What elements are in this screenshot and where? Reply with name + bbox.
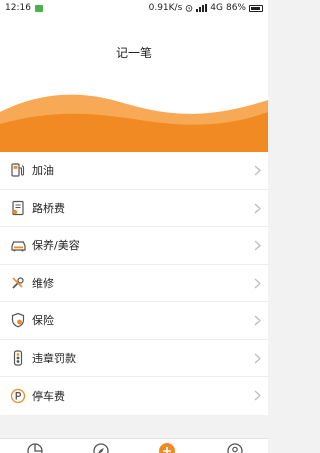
wrench-screwdriver-icon — [9, 274, 27, 292]
menu-item-traffic-fine[interactable]: 违章罚款 — [0, 340, 268, 377]
menu-item-parking[interactable]: 停车费 — [0, 377, 268, 415]
status-time: 12:16 — [5, 3, 31, 13]
chevron-right-icon — [254, 240, 261, 251]
alarm-icon — [186, 5, 193, 12]
header: 记一笔 — [0, 16, 268, 152]
parking-icon — [9, 387, 27, 405]
car-icon — [9, 236, 27, 254]
expense-category-list: 加油 路桥费 保养/美容 维修 保险 违章罚款 停车费 — [0, 152, 268, 415]
menu-item-fuel[interactable]: 加油 — [0, 152, 268, 190]
menu-item-label: 维修 — [32, 276, 54, 290]
profile-icon[interactable] — [226, 442, 244, 453]
menu-item-toll[interactable]: 路桥费 — [0, 190, 268, 227]
menu-item-insurance[interactable]: 保险 — [0, 302, 268, 340]
menu-item-repair[interactable]: 维修 — [0, 265, 268, 302]
status-bar: 12:16 0.91K/s 4G 86% — [0, 0, 268, 16]
menu-item-label: 加油 — [32, 164, 54, 178]
bottom-tab-bar — [0, 438, 268, 453]
chevron-right-icon — [254, 353, 261, 363]
traffic-light-icon — [9, 349, 27, 367]
menu-item-label: 路桥费 — [32, 201, 65, 215]
battery-percent: 86% — [225, 3, 246, 13]
menu-item-maintenance[interactable]: 保养/美容 — [0, 227, 268, 265]
fuel-pump-icon — [9, 161, 27, 179]
menu-item-label: 违章罚款 — [32, 351, 76, 365]
signal-icon — [196, 4, 208, 12]
header-wave-decoration — [0, 94, 268, 152]
add-record-icon[interactable] — [158, 442, 176, 453]
battery-icon — [249, 4, 263, 12]
page-title: 记一笔 — [115, 46, 152, 60]
toll-receipt-icon — [9, 199, 27, 217]
chevron-right-icon — [254, 165, 261, 176]
chevron-right-icon — [254, 390, 261, 401]
menu-item-label: 停车费 — [32, 389, 65, 403]
menu-item-label: 保险 — [32, 314, 54, 328]
chevron-right-icon — [254, 278, 261, 288]
compass-icon[interactable] — [92, 442, 110, 453]
chevron-right-icon — [254, 315, 261, 326]
shield-icon — [9, 311, 27, 329]
network-speed: 0.91K/s — [148, 3, 183, 13]
message-icon — [34, 4, 43, 12]
chevron-right-icon — [254, 203, 261, 213]
pie-chart-icon[interactable] — [26, 442, 44, 453]
menu-item-label: 保养/美容 — [32, 239, 80, 253]
network-type: 4G — [210, 3, 223, 13]
